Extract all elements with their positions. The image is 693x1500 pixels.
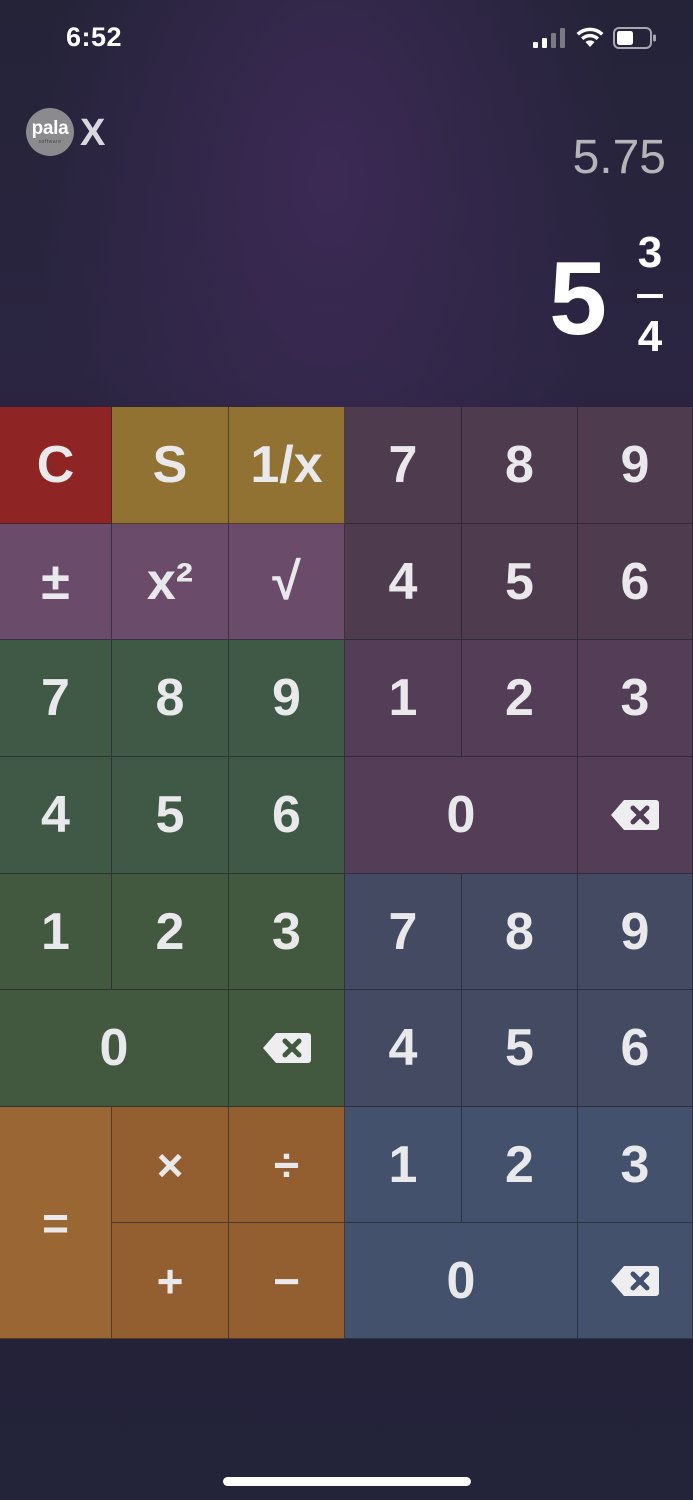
divide-button[interactable]: ÷ [229,1107,345,1223]
s-button[interactable]: S [112,407,229,524]
plus-button[interactable]: + [112,1223,229,1339]
denominator-7-button[interactable]: 7 [345,874,462,990]
denominator-9-button[interactable]: 9 [578,874,693,990]
reciprocal-button[interactable]: 1/x [229,407,345,524]
pala-logo[interactable]: pala software [26,108,74,156]
numerator-5-button[interactable]: 5 [462,524,578,640]
logo-brand: pala [31,118,69,139]
denominator-1-button[interactable]: 1 [345,1107,462,1223]
whole-3-button[interactable]: 3 [229,874,345,990]
numerator-1-button[interactable]: 1 [345,640,462,757]
numerator-6-button[interactable]: 6 [578,524,693,640]
fraction-whole: 5 [549,241,607,357]
status-bar: 6:52 [0,0,693,80]
whole-0-button[interactable]: 0 [0,990,229,1107]
whole-7-button[interactable]: 7 [0,640,112,757]
numerator-3-button[interactable]: 3 [578,640,693,757]
numerator-0-button[interactable]: 0 [345,757,578,874]
backspace-icon [262,1033,311,1063]
whole-2-button[interactable]: 2 [112,874,229,990]
denominator-6-button[interactable]: 6 [578,990,693,1107]
whole-1-button[interactable]: 1 [0,874,112,990]
logo-subtitle: software [38,139,62,145]
keypad: C S 1/x 7 8 9 ± x² √ 4 5 6 7 8 9 1 2 3 4… [0,407,693,1339]
numerator-4-button[interactable]: 4 [345,524,462,640]
whole-5-button[interactable]: 5 [112,757,229,874]
clear-button[interactable]: C [0,407,112,524]
status-time: 6:52 [66,22,123,52]
whole-8-button[interactable]: 8 [112,640,229,757]
numerator-7-button[interactable]: 7 [345,407,462,524]
decimal-display: 5.75 [572,131,666,184]
numerator-8-button[interactable]: 8 [462,407,578,524]
numerator-2-button[interactable]: 2 [462,640,578,757]
multiply-button[interactable]: × [112,1107,229,1223]
wifi-icon [576,27,604,47]
fraction-display: 5 3 4 [465,228,665,368]
minus-button[interactable]: − [229,1223,345,1339]
denominator-5-button[interactable]: 5 [462,990,578,1107]
whole-backspace-button[interactable] [229,990,345,1107]
numerator-backspace-button[interactable] [578,757,693,874]
cellular-signal-icon [533,28,565,48]
backspace-icon [611,1265,659,1296]
fraction-denominator: 4 [637,312,663,361]
denominator-0-button[interactable]: 0 [345,1223,578,1339]
fraction-bar [637,294,663,298]
fraction-numerator: 3 [637,228,663,277]
whole-6-button[interactable]: 6 [229,757,345,874]
whole-9-button[interactable]: 9 [229,640,345,757]
denominator-8-button[interactable]: 8 [462,874,578,990]
square-root-button[interactable]: √ [229,524,345,640]
backspace-icon [611,800,659,830]
battery-icon [613,27,656,49]
numerator-9-button[interactable]: 9 [578,407,693,524]
whole-4-button[interactable]: 4 [0,757,112,874]
denominator-4-button[interactable]: 4 [345,990,462,1107]
denominator-3-button[interactable]: 3 [578,1107,693,1223]
square-button[interactable]: x² [112,524,229,640]
denominator-2-button[interactable]: 2 [462,1107,578,1223]
denominator-backspace-button[interactable] [578,1223,693,1339]
equals-button[interactable]: = [0,1107,112,1339]
plus-minus-button[interactable]: ± [0,524,112,640]
home-indicator[interactable] [223,1477,471,1486]
logo-x-label: X [80,112,106,154]
